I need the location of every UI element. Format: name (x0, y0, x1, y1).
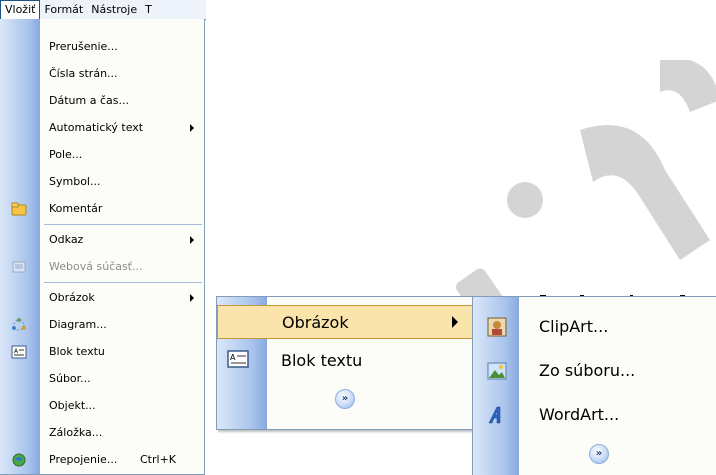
menu-item-label: Súbor... (49, 372, 91, 385)
insert-menu: Prerušenie... Čísla strán... Dátum a čas… (0, 19, 205, 475)
submenu-arrow-icon (452, 316, 458, 328)
menu-item-reference[interactable]: Odkaz (0, 228, 204, 252)
short-insert-menu: Obrázok A Blok textu » (216, 296, 474, 430)
menu-item-label: Záložka... (49, 426, 103, 439)
menu-item-web-component: Webová súčasť... (0, 255, 204, 279)
menu-item-label: Webová súčasť... (49, 260, 143, 273)
menu-item-label: Blok textu (281, 351, 363, 370)
menu-item-label: Automatický text (49, 121, 144, 134)
expand-menu-chevron-icon[interactable]: » (589, 444, 609, 464)
menu-item-page-numbers[interactable]: Čísla strán... (0, 62, 204, 86)
hyperlink-globe-icon (12, 453, 26, 467)
menu-item-label: Obrázok (49, 291, 95, 304)
menu-item-wordart[interactable]: WordArt... (473, 393, 716, 437)
menu-separator (44, 224, 202, 225)
menu-separator (44, 282, 202, 283)
clipart-icon (487, 317, 507, 337)
menu-item-label: Čísla strán... (49, 67, 118, 80)
menu-item-field[interactable]: Pole... (0, 143, 204, 167)
menu-item-textbox[interactable]: A Blok textu (0, 340, 204, 364)
submenu-arrow-icon (190, 236, 194, 244)
menu-item-picture[interactable]: Obrázok (0, 286, 204, 310)
menu-item-from-file[interactable]: Zo súboru... (473, 349, 716, 393)
menu-item-label: Obrázok (282, 313, 349, 332)
comment-folder-icon (11, 202, 27, 216)
menu-item-autotext[interactable]: Automatický text (0, 116, 204, 140)
menu-item-label: Prerušenie... (49, 40, 118, 53)
menu-item-comment[interactable]: Komentár (0, 197, 204, 221)
picture-submenu: ClipArt... Zo súboru... WordArt... » (472, 296, 716, 475)
menu-item-label: Dátum a čas... (49, 94, 129, 107)
menu-item-diagram[interactable]: Diagram... (0, 313, 204, 337)
menu-item-label: ClipArt... (539, 317, 609, 336)
menu-item-label: Objekt... (49, 399, 96, 412)
menu-item-file[interactable]: Súbor... (0, 367, 204, 391)
menubar-item-tools[interactable]: Nástroje (87, 0, 141, 19)
menubar-item-partial[interactable]: T (141, 0, 156, 19)
menu-item-textbox[interactable]: A Blok textu (217, 341, 473, 381)
menu-item-label: Zo súboru... (539, 361, 636, 380)
menu-item-label: Blok textu (49, 345, 105, 358)
menu-item-shortcut: Ctrl+K (140, 453, 177, 466)
textbox-icon: A (227, 350, 249, 368)
svg-text:A: A (230, 353, 236, 362)
menu-item-picture[interactable]: Obrázok (217, 305, 473, 339)
picture-from-file-icon (487, 362, 507, 380)
menu-item-label: Symbol... (49, 175, 101, 188)
menu-item-label: Pole... (49, 148, 83, 161)
menubar-item-insert[interactable]: Vložiť (0, 0, 41, 19)
menu-item-label: WordArt... (539, 405, 620, 424)
wordart-icon (488, 406, 501, 424)
expand-menu-chevron-icon[interactable]: » (335, 389, 355, 409)
web-component-icon (12, 261, 26, 273)
menu-item-label: Komentár (49, 202, 103, 215)
submenu-arrow-icon (190, 294, 194, 302)
diagram-icon (12, 318, 26, 331)
textbox-icon: A (11, 345, 27, 359)
menu-item-date-time[interactable]: Dátum a čas... (0, 89, 204, 113)
menu-bar: Vložiť Formát Nástroje T (0, 0, 206, 20)
menu-item-label: Prepojenie... (49, 453, 118, 466)
menu-item-symbol[interactable]: Symbol... (0, 170, 204, 194)
menu-item-label: Diagram... (49, 318, 107, 331)
submenu-arrow-icon (190, 124, 194, 132)
menu-item-object[interactable]: Objekt... (0, 394, 204, 418)
menu-item-label: Odkaz (49, 233, 84, 246)
menubar-item-format[interactable]: Formát (40, 0, 87, 19)
menu-item-break[interactable]: Prerušenie... (0, 35, 204, 59)
menu-item-clipart[interactable]: ClipArt... (473, 305, 716, 349)
menu-item-bookmark[interactable]: Záložka... (0, 421, 204, 445)
menu-item-hyperlink[interactable]: Prepojenie... Ctrl+K (0, 448, 204, 472)
